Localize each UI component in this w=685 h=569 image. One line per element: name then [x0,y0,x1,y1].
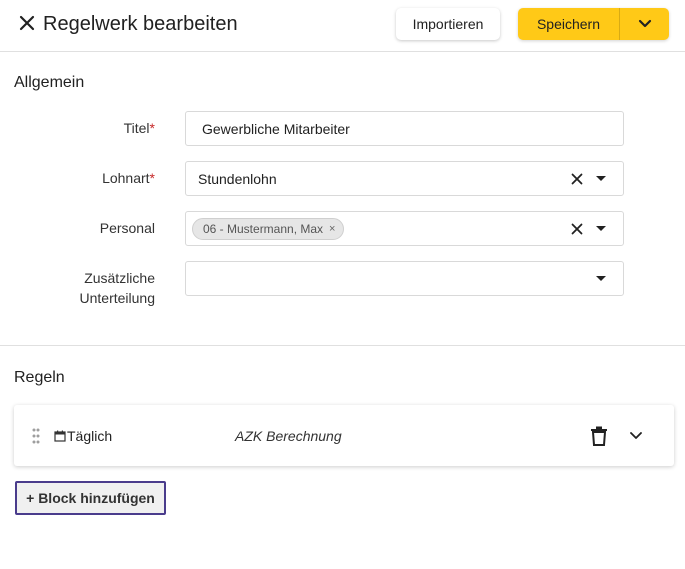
chevron-down-icon [638,19,651,28]
clear-icon [571,223,583,235]
calendar-icon [54,430,66,442]
save-options-button[interactable] [620,8,669,40]
caret-down-icon [596,276,606,281]
wage-type-label: Lohnart* [102,168,155,188]
drag-handle-icon[interactable] [32,428,40,444]
subdivision-label: Zusätzliche Unterteilung [80,268,156,308]
personnel-label: Personal [99,220,155,236]
save-button[interactable]: Speichern [518,8,619,40]
caret-down-icon [596,176,606,181]
section-title-general: Allgemein [14,74,85,91]
subdivision-select[interactable] [185,261,624,296]
title-label-text: Titel [123,120,150,136]
clear-wage-type-button[interactable] [569,171,585,187]
import-button[interactable]: Importieren [396,8,500,40]
page-title: Regelwerk bearbeiten [43,13,238,35]
chevron-down-icon[interactable] [628,429,644,443]
clear-personnel-button[interactable] [569,221,585,237]
personnel-chip: 06 - Mustermann, Max × [192,218,345,240]
rule-name: Täglich [67,428,113,444]
save-button-group: Speichern [518,8,669,40]
wage-type-label-text: Lohnart [102,170,150,186]
title-label: Titel* [124,118,155,138]
add-block-button[interactable]: + Block hinzufügen [15,481,166,515]
trash-icon[interactable] [590,426,608,446]
title-input-value: Gewerbliche Mitarbeiter [202,121,350,137]
subdivision-label-line1: Zusätzliche [84,270,155,286]
title-input[interactable]: Gewerbliche Mitarbeiter [185,111,624,146]
section-title-rules: Regeln [14,369,65,386]
required-mark: * [149,120,155,136]
wage-type-dropdown-toggle[interactable] [593,171,609,187]
close-button[interactable] [14,10,40,36]
personnel-dropdown-toggle[interactable] [593,221,609,237]
rule-calculation: AZK Berechnung [235,428,342,444]
personnel-multiselect[interactable]: 06 - Mustermann, Max × [185,211,624,246]
clear-icon [571,173,583,185]
header-bar: Regelwerk bearbeiten Importieren Speiche… [0,0,685,52]
personnel-chip-label: 06 - Mustermann, Max [203,222,324,236]
required-mark: * [149,170,155,186]
subdivision-dropdown-toggle[interactable] [593,271,609,287]
section-divider [0,345,685,346]
chip-remove-icon[interactable]: × [329,223,335,235]
caret-down-icon [596,226,606,231]
subdivision-label-line2: Unterteilung [79,290,156,306]
close-icon [19,15,35,31]
wage-type-select[interactable]: Stundenlohn [185,161,624,196]
wage-type-value: Stundenlohn [198,171,277,187]
rule-card[interactable]: Täglich AZK Berechnung [14,405,674,466]
